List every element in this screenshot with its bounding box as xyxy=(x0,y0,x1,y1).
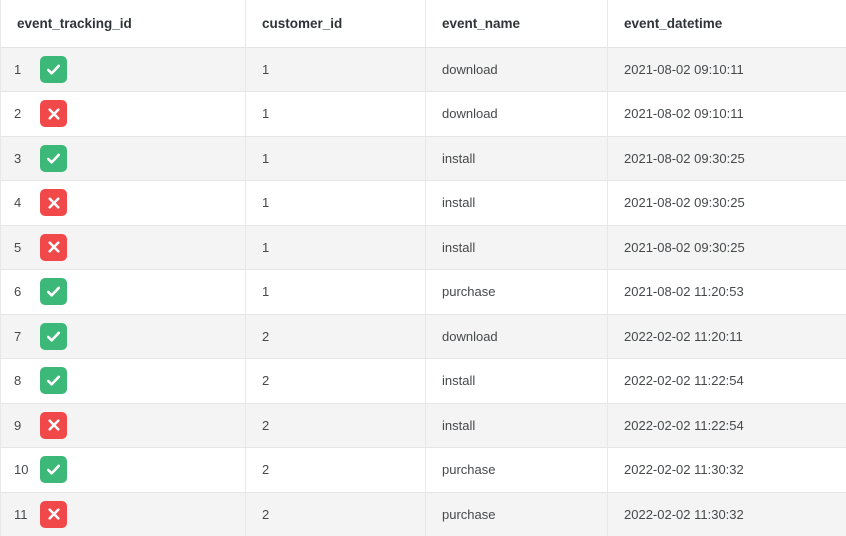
check-square-icon xyxy=(40,144,67,172)
cell-event-datetime[interactable]: 2022-02-02 11:22:54 xyxy=(607,403,846,448)
table-body: 1 1 download 2021-08-02 09:10:11 2 1 download 2… xyxy=(0,47,846,536)
table-row[interactable]: 9 2 install 2022-02-02 11:22:54 xyxy=(0,403,846,448)
cell-event-name[interactable]: install xyxy=(425,358,608,404)
cross-square-icon xyxy=(40,233,67,261)
table-row[interactable]: 1 1 download 2021-08-02 09:10:11 xyxy=(0,47,846,92)
cell-customer-id[interactable]: 2 xyxy=(245,492,426,536)
cell-event-datetime[interactable]: 2021-08-02 09:30:25 xyxy=(607,180,846,226)
cell-event-datetime[interactable]: 2021-08-02 11:20:53 xyxy=(607,269,846,315)
row-index-and-status: 10 xyxy=(14,456,245,484)
cell-event-datetime[interactable]: 2021-08-02 09:30:25 xyxy=(607,225,846,270)
cell-event-name[interactable]: purchase xyxy=(425,447,608,493)
table-row[interactable]: 2 1 download 2021-08-02 09:10:11 xyxy=(0,91,846,137)
table-row[interactable]: 7 2 download 2022-02-02 11:20:11 xyxy=(0,314,846,359)
cell-customer-id[interactable]: 1 xyxy=(245,91,426,137)
cross-square-icon xyxy=(40,189,67,217)
cell-event-datetime[interactable]: 2021-08-02 09:10:11 xyxy=(607,47,846,92)
cell-event-name[interactable]: purchase xyxy=(425,492,608,536)
cell-event-datetime[interactable]: 2022-02-02 11:30:32 xyxy=(607,447,846,493)
table-scroll-container[interactable]: event_tracking_id customer_id event_name… xyxy=(0,0,846,536)
cell-event-tracking-id[interactable]: 1 xyxy=(0,47,246,92)
check-square-icon xyxy=(40,456,67,484)
row-index-and-status: 7 xyxy=(14,322,245,350)
table-row[interactable]: 8 2 install 2022-02-02 11:22:54 xyxy=(0,358,846,404)
table-row[interactable]: 5 1 install 2021-08-02 09:30:25 xyxy=(0,225,846,270)
table-row[interactable]: 3 1 install 2021-08-02 09:30:25 xyxy=(0,136,846,181)
cell-event-name[interactable]: install xyxy=(425,403,608,448)
row-number: 3 xyxy=(14,150,22,166)
row-index-and-status: 8 xyxy=(14,367,245,395)
cell-customer-id[interactable]: 2 xyxy=(245,403,426,448)
cell-customer-id[interactable]: 2 xyxy=(245,358,426,404)
check-square-icon xyxy=(40,322,67,350)
cross-square-icon xyxy=(40,411,67,439)
row-index-and-status: 11 xyxy=(14,500,245,528)
cell-customer-id[interactable]: 2 xyxy=(245,314,426,359)
cell-event-tracking-id[interactable]: 10 xyxy=(0,447,246,493)
column-header-event-datetime[interactable]: event_datetime xyxy=(607,0,846,48)
cell-event-name[interactable]: install xyxy=(425,225,608,270)
cell-customer-id[interactable]: 1 xyxy=(245,180,426,226)
row-number: 6 xyxy=(14,284,22,300)
row-number: 8 xyxy=(14,373,22,389)
row-index-and-status: 3 xyxy=(14,144,245,172)
check-square-icon xyxy=(40,367,67,395)
row-index-and-status: 4 xyxy=(14,189,245,217)
cell-event-name[interactable]: download xyxy=(425,47,608,92)
cell-event-datetime[interactable]: 2022-02-02 11:20:11 xyxy=(607,314,846,359)
check-square-icon xyxy=(40,278,67,306)
column-header-customer-id[interactable]: customer_id xyxy=(245,0,426,48)
cell-event-tracking-id[interactable]: 9 xyxy=(0,403,246,448)
row-number: 9 xyxy=(14,417,22,433)
cross-square-icon xyxy=(40,500,67,528)
cell-customer-id[interactable]: 1 xyxy=(245,47,426,92)
row-number: 1 xyxy=(14,61,22,77)
row-index-and-status: 2 xyxy=(14,100,245,128)
cell-event-datetime[interactable]: 2022-02-02 11:30:32 xyxy=(607,492,846,536)
row-number: 4 xyxy=(14,195,22,211)
cell-customer-id[interactable]: 1 xyxy=(245,136,426,181)
row-index-and-status: 5 xyxy=(14,233,245,261)
events-table: event_tracking_id customer_id event_name… xyxy=(0,0,846,536)
cell-event-name[interactable]: install xyxy=(425,180,608,226)
row-number: 5 xyxy=(14,239,22,255)
cell-event-tracking-id[interactable]: 6 xyxy=(0,269,246,315)
cell-event-tracking-id[interactable]: 2 xyxy=(0,91,246,137)
row-index-and-status: 9 xyxy=(14,411,245,439)
cell-event-tracking-id[interactable]: 4 xyxy=(0,180,246,226)
table-header: event_tracking_id customer_id event_name… xyxy=(0,0,846,48)
table-row[interactable]: 4 1 install 2021-08-02 09:30:25 xyxy=(0,180,846,226)
row-number: 7 xyxy=(14,328,22,344)
column-header-event-tracking-id[interactable]: event_tracking_id xyxy=(0,0,246,48)
cell-customer-id[interactable]: 1 xyxy=(245,269,426,315)
cell-event-tracking-id[interactable]: 5 xyxy=(0,225,246,270)
cell-event-tracking-id[interactable]: 3 xyxy=(0,136,246,181)
cell-event-datetime[interactable]: 2021-08-02 09:10:11 xyxy=(607,91,846,137)
cell-event-tracking-id[interactable]: 8 xyxy=(0,358,246,404)
cross-square-icon xyxy=(40,100,67,128)
table-row[interactable]: 6 1 purchase 2021-08-02 11:20:53 xyxy=(0,269,846,315)
cell-event-name[interactable]: download xyxy=(425,314,608,359)
column-header-event-name[interactable]: event_name xyxy=(425,0,608,48)
cell-event-name[interactable]: download xyxy=(425,91,608,137)
cell-event-datetime[interactable]: 2021-08-02 09:30:25 xyxy=(607,136,846,181)
cell-event-tracking-id[interactable]: 7 xyxy=(0,314,246,359)
table-header-row: event_tracking_id customer_id event_name… xyxy=(0,0,846,48)
cell-event-name[interactable]: install xyxy=(425,136,608,181)
cell-event-name[interactable]: purchase xyxy=(425,269,608,315)
row-number: 2 xyxy=(14,106,22,122)
cell-customer-id[interactable]: 2 xyxy=(245,447,426,493)
row-index-and-status: 1 xyxy=(14,55,245,83)
table-row[interactable]: 11 2 purchase 2022-02-02 11:30:32 xyxy=(0,492,846,536)
row-number: 11 xyxy=(14,506,28,522)
table-row[interactable]: 10 2 purchase 2022-02-02 11:30:32 xyxy=(0,447,846,493)
row-index-and-status: 6 xyxy=(14,278,245,306)
cell-event-tracking-id[interactable]: 11 xyxy=(0,492,246,536)
check-square-icon xyxy=(40,55,67,83)
cell-event-datetime[interactable]: 2022-02-02 11:22:54 xyxy=(607,358,846,404)
cell-customer-id[interactable]: 1 xyxy=(245,225,426,270)
row-number: 10 xyxy=(14,462,29,478)
